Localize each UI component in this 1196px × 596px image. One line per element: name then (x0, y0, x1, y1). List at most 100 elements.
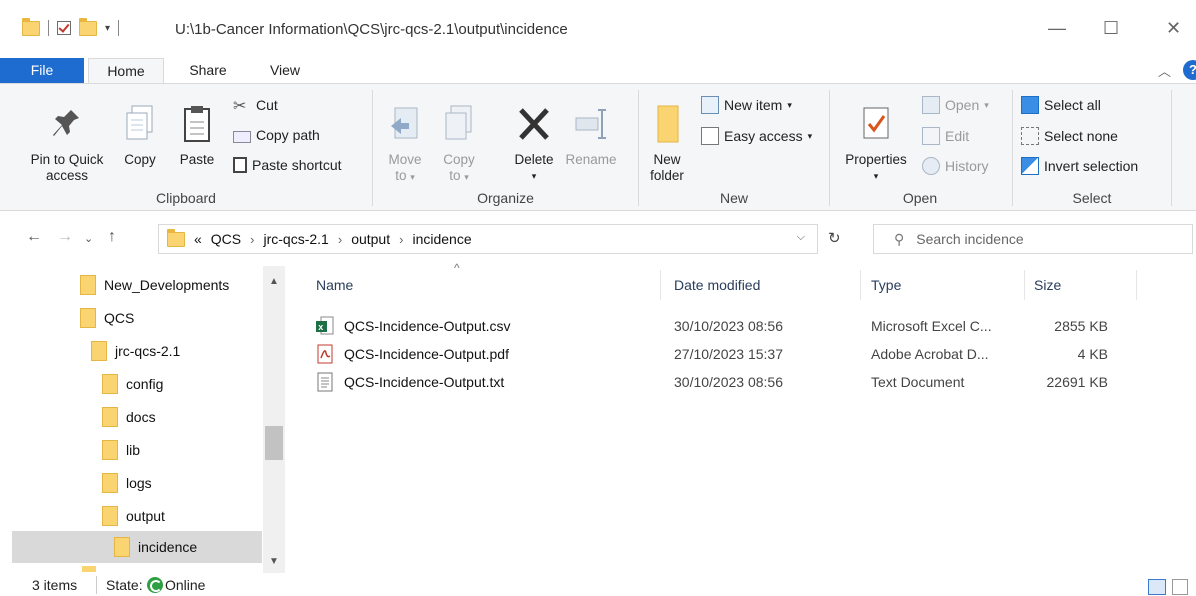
tree-item-incidence[interactable]: incidence (12, 531, 262, 563)
new-item-button[interactable]: New item ▾ (701, 96, 792, 114)
column-header-name[interactable]: Name (316, 277, 353, 293)
scrollbar-thumb[interactable] (265, 426, 283, 460)
tree-item-label: logs (126, 475, 152, 491)
breadcrumb-overflow[interactable]: « (194, 231, 202, 247)
rename-button[interactable]: Rename (563, 104, 619, 168)
file-row[interactable]: QCS-Incidence-Output.txt 30/10/2023 08:5… (316, 370, 1136, 398)
nav-pane-scrollbar[interactable]: ▲ ▼ (263, 266, 285, 573)
select-all-button[interactable]: Select all (1021, 96, 1101, 114)
breadcrumb-output[interactable]: output (351, 231, 390, 247)
invert-selection-button[interactable]: Invert selection (1021, 157, 1138, 175)
svg-text:x: x (318, 322, 323, 332)
properties-icon (863, 107, 889, 139)
properties-check-icon[interactable] (57, 21, 71, 35)
maximize-button[interactable]: ☐ (1103, 18, 1119, 39)
collapse-ribbon-icon[interactable]: ︿ (1158, 61, 1171, 80)
move-to-button[interactable]: Move to ▾ (383, 104, 427, 185)
close-button[interactable]: ✕ (1166, 18, 1181, 39)
help-icon[interactable]: ? (1183, 60, 1196, 80)
tree-item-lib[interactable]: lib (102, 434, 262, 466)
open-label: Open (945, 97, 980, 113)
paste-button[interactable]: Paste (172, 104, 222, 168)
tree-item-jrc-qcs[interactable]: jrc-qcs-2.1 (91, 335, 261, 367)
select-none-icon (1021, 127, 1039, 145)
state-value: Online (165, 577, 206, 593)
new-folder-icon[interactable] (79, 17, 97, 36)
text-file-icon (317, 372, 333, 392)
breadcrumb-jrc-qcs[interactable]: jrc-qcs-2.1 (263, 231, 328, 247)
tab-home[interactable]: Home (88, 58, 164, 84)
new-group-label: New (719, 190, 748, 206)
scroll-down-icon[interactable]: ▼ (269, 556, 279, 567)
tree-item-qcs[interactable]: QCS (80, 302, 260, 334)
divider[interactable] (1024, 270, 1025, 300)
file-row[interactable]: QCS-Incidence-Output.pdf 27/10/2023 15:3… (316, 342, 1136, 370)
properties-button[interactable]: Properties ▾ (838, 104, 914, 184)
up-arrow-icon[interactable]: ↑ (108, 228, 116, 246)
folder-icon (167, 228, 185, 247)
copy-button[interactable]: Copy (118, 104, 162, 168)
paste-shortcut-icon (233, 157, 247, 173)
edit-button[interactable]: Edit (922, 127, 969, 145)
tab-view[interactable]: View (252, 58, 318, 83)
divider[interactable] (860, 270, 861, 300)
back-arrow-icon[interactable]: ← (26, 228, 42, 246)
tree-item-output[interactable]: output (102, 500, 262, 532)
tree-item-docs[interactable]: docs (102, 401, 262, 433)
new-item-label: New item (724, 97, 783, 113)
scroll-up-icon[interactable]: ▲ (269, 276, 279, 287)
tree-item-logs[interactable]: logs (102, 467, 262, 499)
easy-access-button[interactable]: Easy access ▾ (701, 127, 812, 145)
address-bar[interactable]: « QCS › jrc-qcs-2.1 › output › incidence… (158, 224, 818, 254)
delete-button[interactable]: Delete ▾ (507, 104, 561, 184)
breadcrumb-incidence[interactable]: incidence (412, 231, 471, 247)
paste-shortcut-button[interactable]: Paste shortcut (233, 157, 342, 173)
file-size: 22691 KB (1046, 374, 1109, 390)
tab-file[interactable]: File (0, 58, 84, 83)
new-folder-button[interactable]: New folder (645, 104, 689, 184)
chevron-right-icon[interactable]: › (399, 232, 403, 247)
divider[interactable] (1136, 270, 1137, 300)
new-folder-label-line2: folder (650, 168, 684, 183)
pin-to-quick-access-button[interactable]: Pin to Quick access (18, 104, 116, 184)
column-header-size[interactable]: Size (1034, 277, 1061, 293)
refresh-icon[interactable]: ↻ (828, 229, 841, 247)
tree-item-new-developments[interactable]: New_Developments (80, 269, 260, 301)
open-button[interactable]: Open ▾ (922, 96, 989, 114)
cut-button[interactable]: ✂ Cut (233, 96, 278, 115)
column-header-type[interactable]: Type (871, 277, 901, 293)
forward-arrow-icon[interactable]: → (57, 228, 73, 246)
history-button[interactable]: History (922, 157, 989, 175)
column-header-date-modified[interactable]: Date modified (674, 277, 760, 293)
select-none-button[interactable]: Select none (1021, 127, 1118, 145)
chevron-right-icon[interactable]: › (250, 232, 254, 247)
chevron-down-icon: ▾ (984, 99, 989, 110)
divider (96, 576, 97, 594)
folder-icon (80, 308, 96, 328)
search-input[interactable]: ⚲ Search incidence (873, 224, 1193, 254)
folder-icon (102, 440, 118, 460)
file-row[interactable]: x QCS-Incidence-Output.csv 30/10/2023 08… (316, 314, 1136, 342)
breadcrumb-qcs[interactable]: QCS (211, 231, 241, 247)
tab-share[interactable]: Share (172, 58, 244, 83)
status-bar: 3 items State: Online (0, 575, 1196, 596)
customize-toolbar-dropdown-icon[interactable]: ▾ (105, 23, 110, 34)
copy-to-icon (445, 105, 472, 140)
minimize-button[interactable]: — (1048, 18, 1066, 39)
edit-label: Edit (945, 128, 970, 144)
chevron-right-icon[interactable]: › (338, 232, 342, 247)
recent-locations-chevron-icon[interactable]: ⌄ (84, 232, 93, 245)
large-icons-view-icon[interactable] (1172, 579, 1188, 595)
tree-item-config[interactable]: config (102, 368, 262, 400)
window-title: U:\1b-Cancer Information\QCS\jrc-qcs-2.1… (175, 21, 568, 38)
divider[interactable] (660, 270, 661, 300)
copy-to-button[interactable]: Copy to ▾ (437, 104, 481, 185)
file-date: 30/10/2023 08:56 (674, 318, 783, 334)
tree-item-label: New_Developments (104, 277, 230, 293)
title-bar: ▾ U:\1b-Cancer Information\QCS\jrc-qcs-2… (0, 0, 1196, 58)
details-view-icon[interactable] (1148, 579, 1166, 595)
copy-path-button[interactable]: Copy path (233, 127, 320, 143)
quick-access-toolbar: ▾ (22, 17, 120, 36)
file-type: Microsoft Excel C... (871, 318, 992, 334)
address-history-chevron-icon[interactable]: ⌵ (797, 231, 805, 244)
